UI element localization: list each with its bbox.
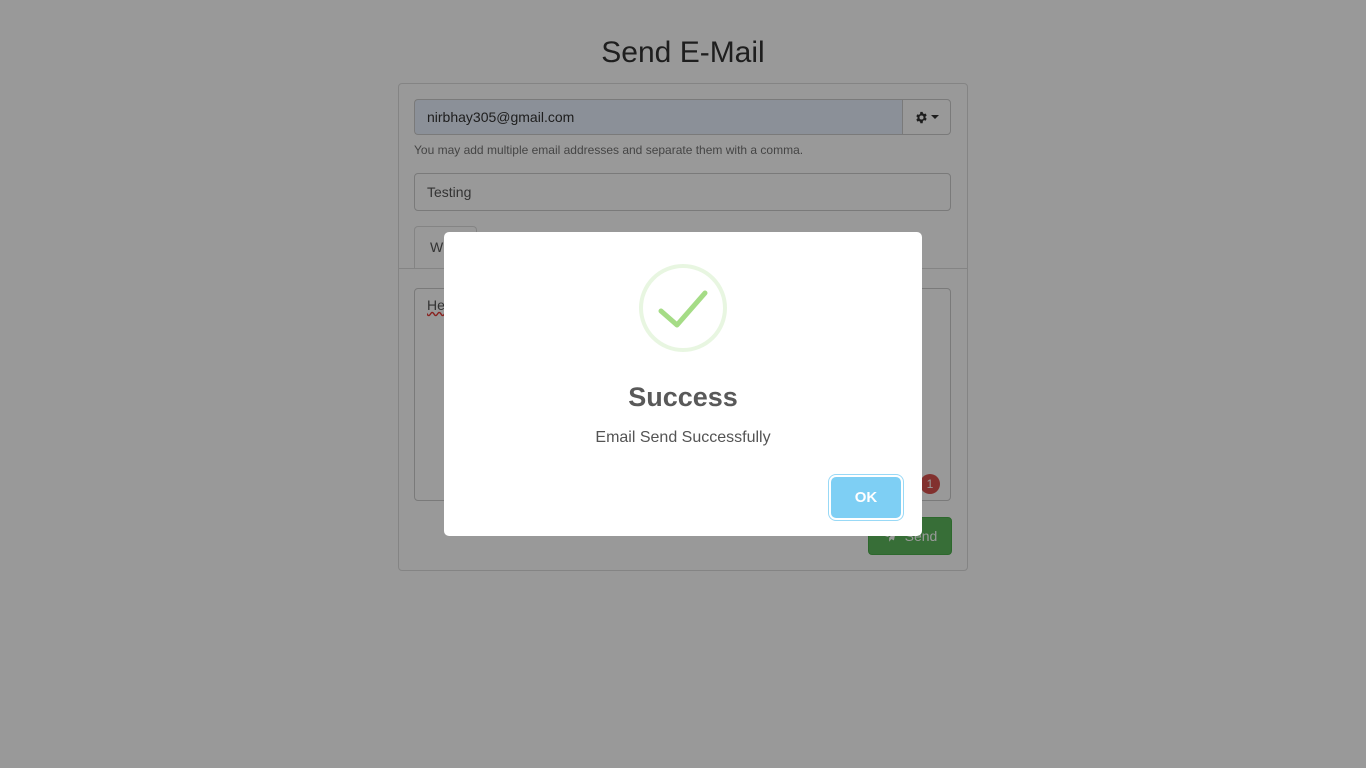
page: Send E-Mail nirbhay305@gmail.com You may… (0, 0, 1366, 768)
dialog-message: Email Send Successfully (595, 429, 771, 446)
success-check-icon (639, 264, 727, 352)
dialog-title: Success (628, 382, 738, 412)
success-dialog: Success Email Send Successfully OK (444, 232, 922, 536)
ok-button[interactable]: OK (831, 477, 901, 518)
